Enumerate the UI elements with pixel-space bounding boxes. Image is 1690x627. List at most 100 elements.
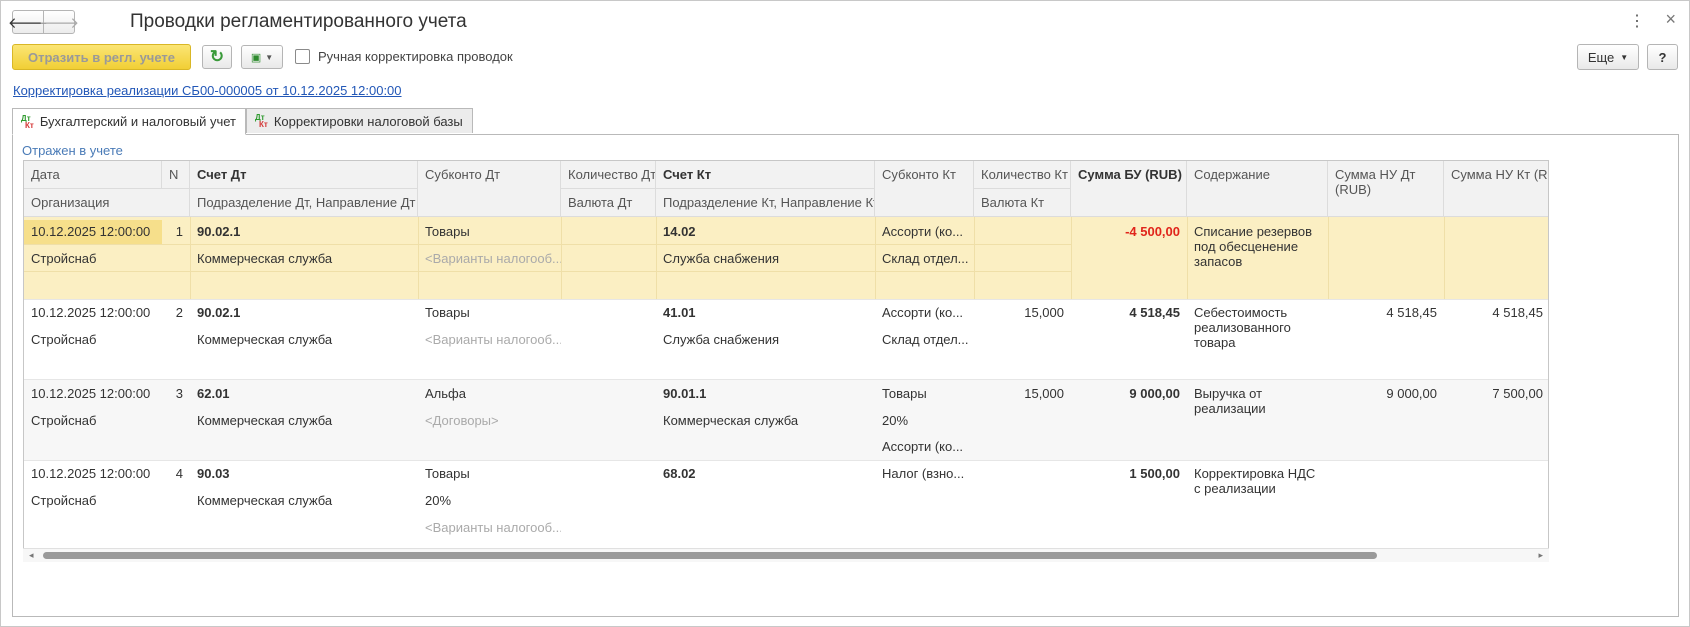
cell-qty-kt[interactable]: 15,000: [974, 382, 1071, 406]
cell-n[interactable]: 4: [162, 462, 190, 486]
cell-account-kt[interactable]: 90.01.1: [656, 382, 875, 406]
cell-dept-dt[interactable]: Коммерческая служба: [190, 409, 418, 433]
header-date[interactable]: Дата: [24, 161, 162, 189]
header-account-kt[interactable]: Счет Кт: [656, 161, 875, 189]
tab-accounting[interactable]: Дт Кт Бухгалтерский и налоговый учет: [12, 108, 246, 135]
page-title: Проводки регламентированного учета: [130, 11, 467, 32]
cell-sum-bu[interactable]: 1 500,00: [1071, 462, 1187, 486]
cell-subconto-dt[interactable]: Товары: [418, 220, 561, 244]
header-sum-nu-kt[interactable]: Сумма НУ Кт (RUB): [1444, 161, 1548, 217]
cell-subconto-kt[interactable]: Ассорти (ко...: [875, 220, 974, 244]
cell-sum-nu-dt[interactable]: 4 518,45: [1328, 301, 1444, 325]
debit-credit-icon: Дт Кт: [21, 113, 34, 130]
cell-subconto-dt[interactable]: <Договоры>: [418, 409, 561, 433]
cell-dept-kt[interactable]: Служба снабжения: [656, 247, 875, 271]
document-link[interactable]: Корректировка реализации СБ00-000005 от …: [13, 83, 402, 98]
manual-correction-checkbox[interactable]: Ручная корректировка проводок: [295, 49, 513, 64]
cell-sum-bu[interactable]: -4 500,00: [1071, 220, 1187, 244]
header-dept-kt[interactable]: Подразделение Кт, Направление Кт: [656, 189, 875, 217]
header-n[interactable]: N: [162, 161, 190, 189]
header-currency-kt[interactable]: Валюта Кт: [974, 189, 1071, 217]
cell-subconto-kt[interactable]: Ассорти (ко...: [875, 301, 974, 325]
cell-organization[interactable]: Стройснаб: [24, 328, 190, 352]
header-sum-nu-dt[interactable]: Сумма НУ Дт (RUB): [1328, 161, 1444, 217]
cell-organization[interactable]: Стройснаб: [24, 489, 190, 513]
cell-n[interactable]: 3: [162, 382, 190, 406]
tab-tax-corrections[interactable]: Дт Кт Корректировки налоговой базы: [246, 108, 473, 133]
cell-subconto-dt[interactable]: <Варианты налогооб...: [418, 247, 561, 271]
cell-dept-dt[interactable]: Коммерческая служба: [190, 328, 418, 352]
cell-subconto-kt[interactable]: 20%: [875, 409, 974, 433]
cell-subconto-kt[interactable]: Товары: [875, 382, 974, 406]
cell-n[interactable]: 1: [162, 220, 190, 244]
cell-content[interactable]: Корректировка НДС с реализации: [1187, 466, 1328, 496]
cell-account-dt[interactable]: 62.01: [190, 382, 418, 406]
documents-button[interactable]: ▣ ▼: [241, 45, 283, 69]
header-dept-dt[interactable]: Подразделение Дт, Направление Дт: [190, 189, 418, 217]
cell-date[interactable]: 10.12.2025 12:00:00: [24, 220, 162, 244]
status-text: Отражен в учете: [22, 143, 123, 158]
cell-subconto-dt[interactable]: <Варианты налогооб...: [418, 516, 561, 540]
header-organization[interactable]: Организация: [24, 189, 190, 217]
cell-sum-nu-kt[interactable]: 4 518,45: [1444, 301, 1548, 325]
scrollbar-thumb[interactable]: [43, 552, 1377, 559]
tab-label: Бухгалтерский и налоговый учет: [39, 114, 236, 129]
cell-subconto-dt[interactable]: <Варианты налогооб...: [418, 328, 561, 352]
scroll-right-icon[interactable]: ▸: [1538, 550, 1543, 561]
cell-sum-nu-dt[interactable]: 9 000,00: [1328, 382, 1444, 406]
cell-dept-dt[interactable]: Коммерческая служба: [190, 247, 418, 271]
cell-sum-bu[interactable]: 9 000,00: [1071, 382, 1187, 406]
cell-subconto-kt[interactable]: Ассорти (ко...: [875, 435, 974, 459]
cell-sum-nu-kt[interactable]: 7 500,00: [1444, 382, 1548, 406]
cell-subconto-kt[interactable]: Налог (взно...: [875, 462, 974, 486]
checkbox[interactable]: [295, 49, 310, 64]
horizontal-scrollbar[interactable]: ◂ ▸: [23, 548, 1549, 562]
header-content[interactable]: Содержание: [1187, 161, 1328, 217]
post-to-accounting-button[interactable]: Отразить в регл. учете: [12, 44, 191, 70]
cell-subconto-dt[interactable]: Альфа: [418, 382, 561, 406]
help-button[interactable]: ?: [1647, 44, 1678, 70]
cell-subconto-dt[interactable]: Товары: [418, 462, 561, 486]
cell-qty-kt[interactable]: 15,000: [974, 301, 1071, 325]
cell-sum-bu[interactable]: 4 518,45: [1071, 301, 1187, 325]
cell-account-kt[interactable]: 41.01: [656, 301, 875, 325]
cell-account-dt[interactable]: 90.02.1: [190, 220, 418, 244]
header-qty-kt[interactable]: Количество Кт: [974, 161, 1071, 189]
cell-account-dt[interactable]: 90.02.1: [190, 301, 418, 325]
header-currency-dt[interactable]: Валюта Дт: [561, 189, 656, 217]
cell-subconto-dt[interactable]: 20%: [418, 489, 561, 513]
header-qty-dt[interactable]: Количество Дт: [561, 161, 656, 189]
forward-arrow-icon[interactable]: 🡒: [39, 11, 79, 33]
cell-dept-dt[interactable]: Коммерческая служба: [190, 489, 418, 513]
cell-dept-kt[interactable]: Коммерческая служба: [656, 409, 875, 433]
navigation-buttons: 🡐 🡒: [8, 10, 79, 34]
cell-subconto-kt[interactable]: Склад отдел...: [875, 328, 974, 352]
cell-content[interactable]: Выручка от реализации: [1187, 386, 1328, 416]
cell-date[interactable]: 10.12.2025 12:00:00: [24, 382, 162, 406]
cell-dept-kt[interactable]: Служба снабжения: [656, 328, 875, 352]
chevron-down-icon: ▼: [265, 52, 274, 62]
cell-organization[interactable]: Стройснаб: [24, 247, 190, 271]
cell-content[interactable]: Списание резервов под обесценение запасо…: [1187, 224, 1328, 269]
close-icon[interactable]: ×: [1665, 9, 1676, 30]
cell-content[interactable]: Себестоимость реализованного товара: [1187, 305, 1328, 350]
cell-subconto-dt[interactable]: Товары: [418, 301, 561, 325]
cell-n[interactable]: 2: [162, 301, 190, 325]
cell-subconto-kt[interactable]: Склад отдел...: [875, 247, 974, 271]
cell-organization[interactable]: Стройснаб: [24, 409, 190, 433]
tab-label: Корректировки налоговой базы: [273, 113, 463, 129]
cell-account-dt[interactable]: 90.03: [190, 462, 418, 486]
cell-account-kt[interactable]: 68.02: [656, 462, 875, 486]
kebab-icon[interactable]: ⋮: [1629, 11, 1645, 31]
header-subconto-dt[interactable]: Субконто Дт: [418, 161, 561, 217]
header-sum-bu[interactable]: Сумма БУ (RUB): [1071, 161, 1187, 217]
cell-account-kt[interactable]: 14.02: [656, 220, 875, 244]
refresh-icon[interactable]: ↻: [202, 45, 232, 69]
debit-credit-icon: Дт Кт: [255, 113, 268, 129]
cell-date[interactable]: 10.12.2025 12:00:00: [24, 462, 162, 486]
scroll-left-icon[interactable]: ◂: [29, 550, 34, 561]
cell-date[interactable]: 10.12.2025 12:00:00: [24, 301, 162, 325]
more-button[interactable]: Еще ▼: [1577, 44, 1639, 70]
header-account-dt[interactable]: Счет Дт: [190, 161, 418, 189]
header-subconto-kt[interactable]: Субконто Кт: [875, 161, 974, 217]
